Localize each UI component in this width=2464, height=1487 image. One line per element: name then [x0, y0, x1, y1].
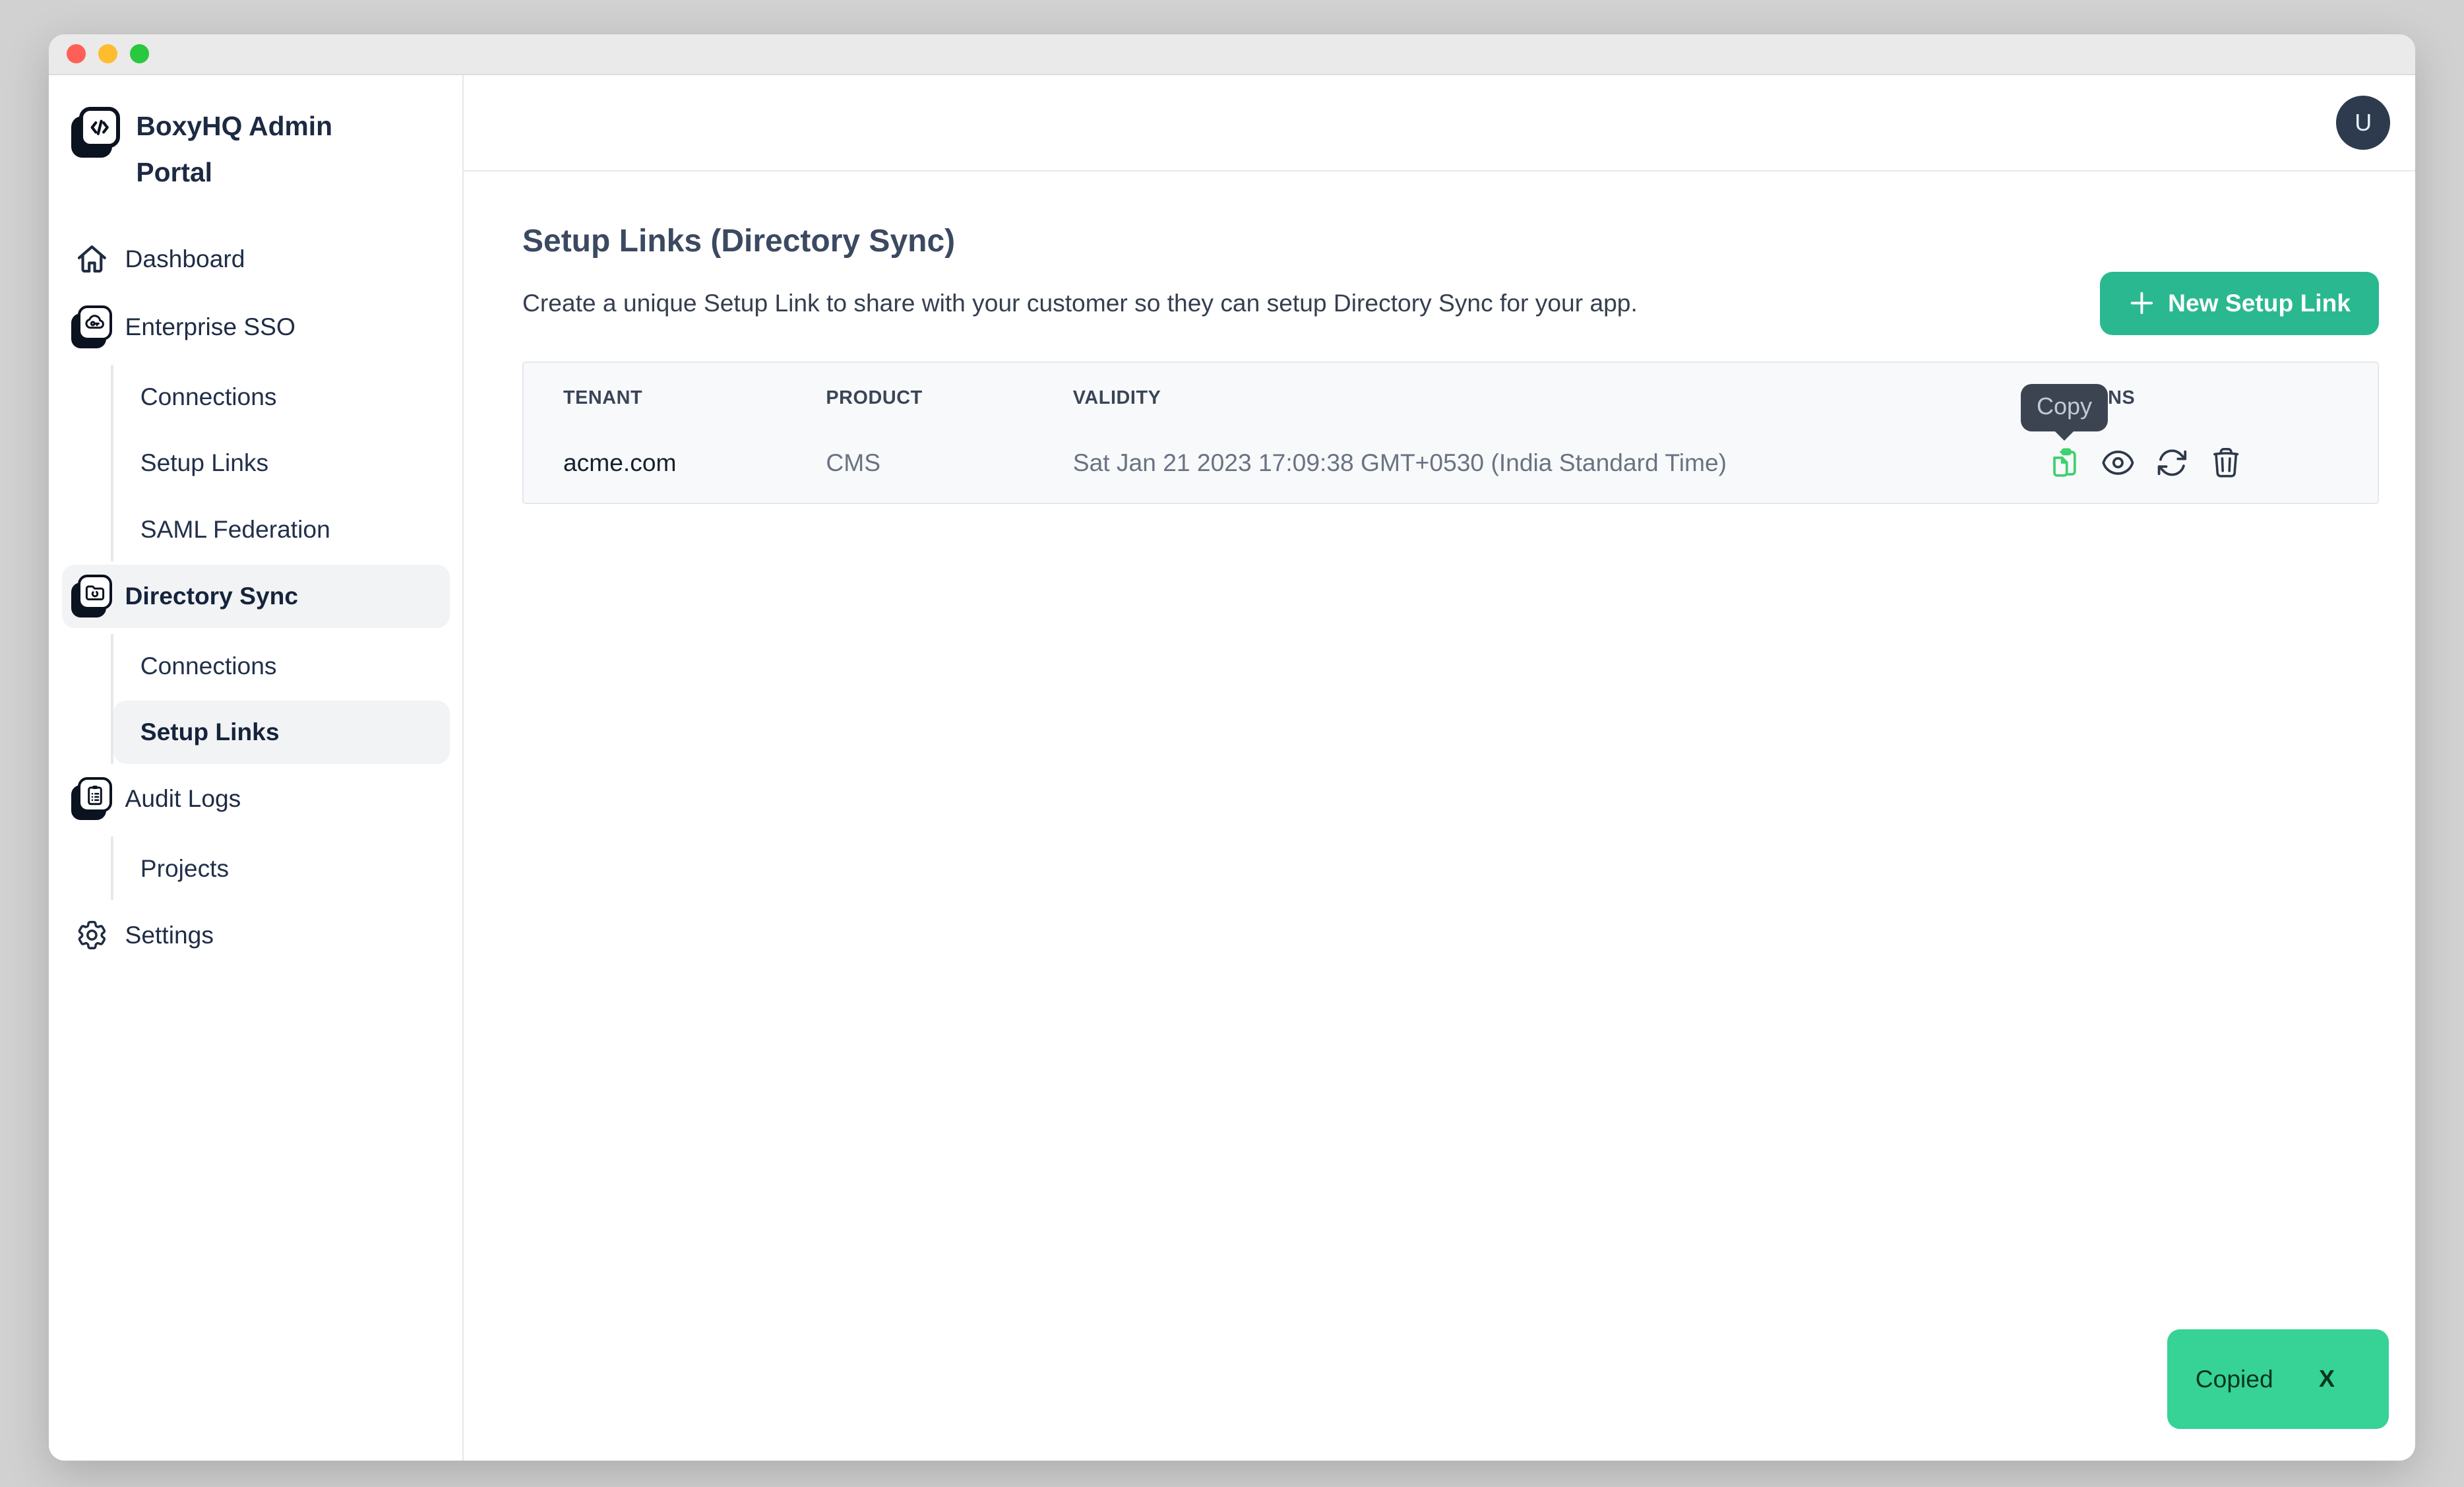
sidebar-subitem-saml-federation[interactable]: SAML Federation	[113, 498, 450, 561]
boxyhq-logo-icon	[71, 107, 120, 158]
toast-message: Copied	[2196, 1365, 2273, 1393]
copy-icon	[2047, 445, 2082, 480]
sidebar-item-label: Directory Sync	[125, 582, 299, 610]
page-title: Setup Links (Directory Sync)	[522, 219, 2379, 263]
sidebar-nav: Dashboard	[62, 227, 450, 966]
sidebar-item-settings[interactable]: Settings	[62, 903, 450, 966]
gear-icon	[71, 918, 112, 953]
content-area: Setup Links (Directory Sync) Create a un…	[464, 172, 2415, 1461]
column-header-validity: VALIDITY	[1073, 377, 2047, 408]
eye-icon	[2101, 445, 2136, 480]
table-cell-actions: Copy	[2047, 445, 2378, 480]
sidebar-item-label: Dashboard	[125, 245, 245, 273]
home-icon	[71, 241, 112, 276]
sidebar-item-dashboard[interactable]: Dashboard	[62, 227, 450, 290]
app-window: BoxyHQ Admin Portal Dashboard	[49, 34, 2415, 1461]
sidebar: BoxyHQ Admin Portal Dashboard	[49, 75, 464, 1461]
sidebar-subitem-dsync-setup-links[interactable]: Setup Links	[113, 701, 450, 764]
audit-logs-sublist: Projects	[111, 837, 450, 900]
directory-sync-sublist: Connections Setup Links	[111, 634, 450, 764]
sidebar-item-directory-sync[interactable]: Directory Sync	[62, 565, 450, 628]
sidebar-item-label: Settings	[125, 921, 214, 949]
column-header-tenant: TENANT	[563, 377, 826, 408]
table-cell-tenant: acme.com	[563, 449, 826, 477]
copied-toast: Copied X	[2167, 1329, 2389, 1429]
regenerate-setup-link-button[interactable]	[2155, 445, 2190, 480]
user-avatar[interactable]: U	[2336, 96, 2390, 150]
new-setup-link-label: New Setup Link	[2168, 289, 2351, 317]
sidebar-item-label: Enterprise SSO	[125, 313, 295, 341]
minimize-window-button[interactable]	[98, 44, 117, 63]
app-logo[interactable]: BoxyHQ Admin Portal	[71, 107, 450, 195]
audit-logs-icon	[71, 777, 112, 820]
page-subtitle: Create a unique Setup Link to share with…	[522, 289, 1638, 317]
column-header-product: PRODUCT	[826, 377, 1072, 408]
table-cell-product: CMS	[826, 449, 1072, 477]
table-cell-validity: Sat Jan 21 2023 17:09:38 GMT+0530 (India…	[1073, 449, 2047, 477]
directory-sync-icon	[71, 575, 112, 617]
top-bar: U	[464, 75, 2415, 172]
main-area: U Setup Links (Directory Sync) Create a …	[464, 75, 2415, 1461]
new-setup-link-button[interactable]: New Setup Link	[2100, 272, 2379, 335]
sidebar-subitem-projects[interactable]: Projects	[113, 837, 450, 900]
maximize-window-button[interactable]	[130, 44, 149, 63]
sidebar-subitem-sso-connections[interactable]: Connections	[113, 365, 450, 428]
desktop-background: BoxyHQ Admin Portal Dashboard	[0, 0, 2464, 1487]
sidebar-item-enterprise-sso[interactable]: Enterprise SSO	[62, 296, 450, 359]
enterprise-sso-sublist: Connections Setup Links SAML Federation	[111, 365, 450, 561]
close-window-button[interactable]	[67, 44, 86, 63]
enterprise-sso-icon	[71, 305, 112, 348]
copy-tooltip: Copy	[2021, 384, 2108, 431]
view-setup-link-button[interactable]	[2101, 445, 2136, 480]
refresh-icon	[2155, 445, 2190, 480]
sidebar-item-label: Audit Logs	[125, 784, 241, 813]
sidebar-item-audit-logs[interactable]: Audit Logs	[62, 767, 450, 831]
copy-link-button[interactable]: Copy	[2047, 445, 2082, 480]
setup-links-table: TENANT PRODUCT VALIDITY ACTIONS acme.com…	[522, 362, 2379, 503]
plus-icon	[2128, 290, 2155, 317]
delete-setup-link-button[interactable]	[2208, 445, 2243, 480]
window-titlebar	[49, 34, 2415, 75]
trash-icon	[2209, 446, 2242, 479]
sidebar-subitem-dsync-connections[interactable]: Connections	[113, 634, 450, 697]
app-title: BoxyHQ Admin Portal	[136, 104, 373, 195]
sidebar-subitem-sso-setup-links[interactable]: Setup Links	[113, 431, 450, 495]
toast-close-button[interactable]: X	[2319, 1365, 2335, 1393]
